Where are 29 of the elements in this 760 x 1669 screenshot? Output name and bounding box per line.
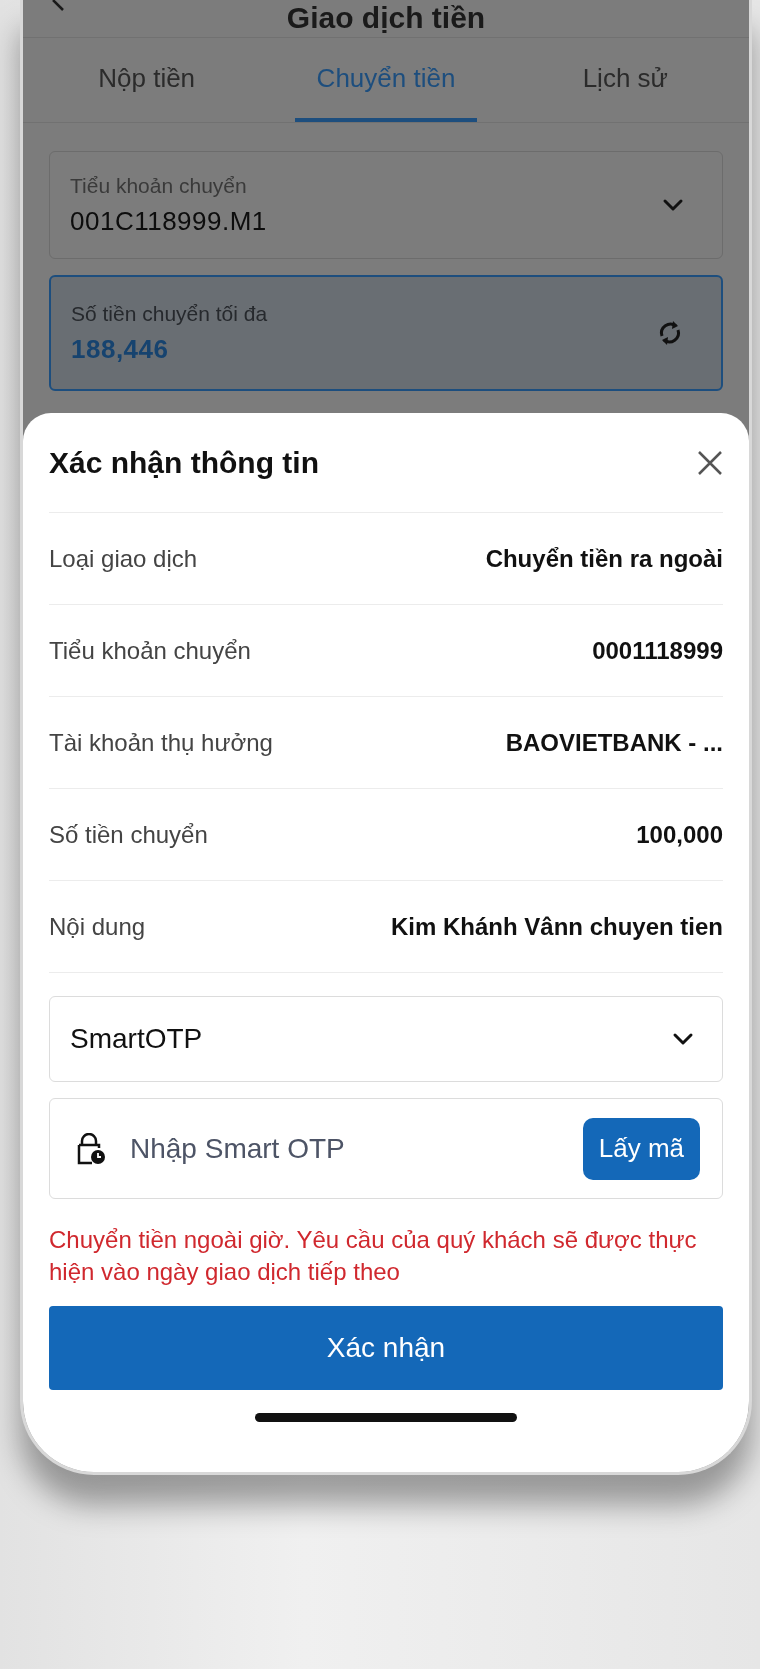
tab[interactable]: Nộp tiền: [76, 38, 218, 122]
tab[interactable]: Lịch sử: [560, 38, 690, 122]
row-label: Loại giao dịch: [49, 544, 198, 573]
row-value: 100,000: [636, 820, 723, 849]
field-value: 001C118999.M1: [70, 205, 268, 237]
field-label: Số tiền chuyển tối đa: [71, 301, 269, 326]
close-icon[interactable]: [697, 449, 723, 476]
row-value: BAOVIETBANK - ...: [505, 728, 723, 757]
row-value: Chuyển tiền ra ngoài: [485, 544, 723, 573]
row-value: Kim Khánh Vânn chuyen tien: [390, 912, 723, 941]
warning-text: Chuyển tiền ngoài giờ. Yêu cầu của quý khách sẽ được thực hiện vào ngày giao dịch tiếp theo: [49, 1225, 698, 1287]
row-label: Tài khoản thụ hưởng: [49, 728, 273, 757]
get-code-button[interactable]: Lấy mã: [582, 1117, 700, 1180]
row-label: Số tiền chuyển: [49, 820, 208, 849]
row-label: Tiểu khoản chuyển: [49, 636, 251, 665]
sheet-title: Xác nhận thông tin: [49, 445, 319, 480]
amount-field[interactable]: Số tiền chuyển tối đa 188,446: [49, 275, 723, 391]
field-value: 188,446: [71, 333, 170, 365]
select-field[interactable]: Tiểu khoản chuyển 001C118999.M1: [49, 151, 723, 259]
lock-clock-icon: [76, 1132, 106, 1165]
confirm-button[interactable]: Xác nhận: [49, 1306, 723, 1390]
chevron-down-icon: [672, 1032, 694, 1046]
screen-title: Giao dịch tiền: [286, 3, 486, 33]
method-select[interactable]: SmartOTP: [49, 996, 723, 1082]
field-label: Tiểu khoản chuyển: [70, 173, 248, 198]
otp-field[interactable]: Nhập Smart OTP Lấy mã: [49, 1098, 723, 1199]
row-value: 0001118999: [592, 636, 723, 665]
row-label: Nội dung: [49, 912, 146, 941]
chevron-down-icon: [662, 198, 684, 212]
